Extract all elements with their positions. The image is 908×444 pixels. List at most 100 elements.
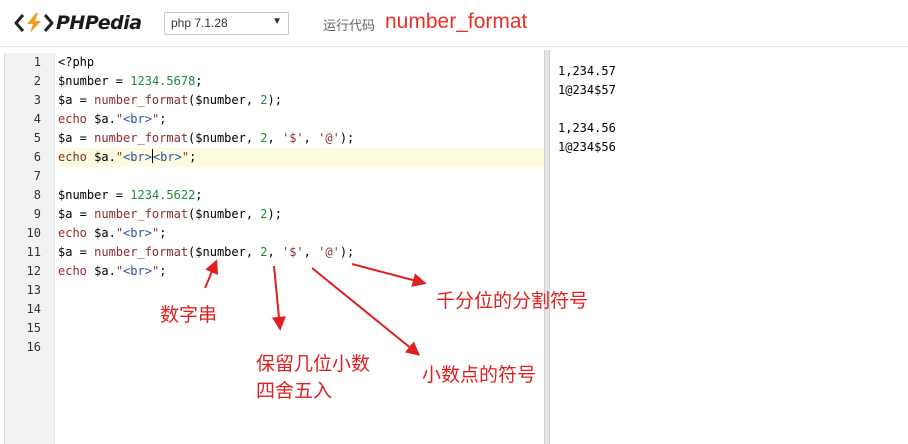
code-token: 2 <box>260 93 268 107</box>
output-line: 1,234.57 <box>558 64 616 78</box>
code-token: echo <box>58 264 87 278</box>
code-line[interactable]: $number = 1234.5678; <box>58 72 545 91</box>
code-token: " <box>115 264 124 278</box>
code-token: " <box>115 150 124 164</box>
code-token: number_format <box>94 245 189 259</box>
code-token: '@' <box>318 131 340 145</box>
code-token: ($number, <box>188 93 261 107</box>
code-token: ($number, <box>188 245 261 259</box>
code-token: ($number, <box>188 131 261 145</box>
function-title: number_format <box>385 10 528 33</box>
annotation-decimal-point: 小数点的符号 <box>422 364 537 386</box>
line-number: 4 <box>33 112 41 126</box>
code-token: echo <box>58 226 87 240</box>
code-token: '$' <box>281 131 304 145</box>
php-version-value: php 7.1.28 <box>171 16 228 30</box>
php-version-select[interactable]: php 7.1.28 ▼ <box>164 12 289 35</box>
annotation-rounding: 四舍五入 <box>256 380 333 402</box>
line-number: 12 <box>26 264 41 278</box>
line-number: 11 <box>26 245 41 259</box>
code-token: ($number, <box>188 207 261 221</box>
pane-resize-handle[interactable] <box>544 50 550 444</box>
line-number: 5 <box>33 131 41 145</box>
logo-text: PHPedia <box>56 12 142 34</box>
code-token: number_format <box>94 207 189 221</box>
code-token: , <box>303 131 319 145</box>
code-token: echo <box>58 150 87 164</box>
code-token: $a. <box>86 150 116 164</box>
code-token: number_format <box>94 93 189 107</box>
code-bolt-icon <box>14 13 54 33</box>
code-line[interactable]: echo $a."<br>"; <box>58 224 545 243</box>
output-line: 1,234.56 <box>558 121 616 135</box>
code-token: '$' <box>281 245 304 259</box>
annotation-number-string: 数字串 <box>160 304 218 326</box>
output-line: 1@234$57 <box>558 83 616 97</box>
code-token: , <box>267 245 282 259</box>
line-number: 13 <box>26 283 41 297</box>
line-number: 8 <box>33 188 41 202</box>
code-line[interactable]: $number = 1234.5622; <box>58 186 545 205</box>
code-token: " <box>181 150 190 164</box>
code-line[interactable]: $a = number_format($number, 2, '$', '@')… <box>58 129 545 148</box>
code-token: ; <box>159 264 167 278</box>
line-number: 2 <box>33 74 41 88</box>
code-line[interactable]: $a = number_format($number, 2, '$', '@')… <box>58 243 545 262</box>
annotation-thousands-separator: 千分位的分割符号 <box>436 290 589 312</box>
code-token: = <box>108 188 131 202</box>
code-line[interactable]: $a = number_format($number, 2); <box>58 91 545 110</box>
line-number-gutter: 1 2 3 4 5 6 7 8 9 10 11 12 13 14 15 16 <box>5 53 55 444</box>
code-token: ; <box>159 112 167 126</box>
code-token: 2 <box>260 245 268 259</box>
code-line[interactable]: echo $a."<br>"; <box>58 262 545 281</box>
top-bar: PHPedia php 7.1.28 ▼ 运行代码 number_format <box>0 0 908 48</box>
line-number: 15 <box>26 321 41 335</box>
code-token: $a. <box>86 226 116 240</box>
code-token: " <box>115 112 124 126</box>
caret-down-icon: ▼ <box>272 16 282 27</box>
code-line[interactable] <box>58 167 545 186</box>
code-token: , <box>303 245 319 259</box>
code-token: $number <box>58 74 109 88</box>
code-token: $a = <box>58 245 95 259</box>
code-token: ; <box>159 226 167 240</box>
code-token: <br> <box>123 264 152 278</box>
code-line[interactable]: <?php <box>58 53 545 72</box>
output-pane: 1,234.57 1@234$57 1,234.56 1@234$56 <box>558 62 898 157</box>
code-token: ); <box>339 245 355 259</box>
line-number: 3 <box>33 93 41 107</box>
code-token: ; <box>195 74 203 88</box>
code-token: ); <box>267 93 282 107</box>
code-token: <br> <box>123 150 152 164</box>
line-number: 14 <box>26 302 41 316</box>
code-token: 1234.5678 <box>130 74 196 88</box>
logo[interactable]: PHPedia <box>14 10 142 36</box>
code-token: $a = <box>58 131 95 145</box>
code-token: ); <box>267 207 282 221</box>
code-token: $a. <box>86 264 116 278</box>
code-token: 2 <box>260 131 268 145</box>
code-line[interactable]: echo $a."<br>"; <box>58 110 545 129</box>
code-token: ); <box>339 131 355 145</box>
line-number: 7 <box>33 169 41 183</box>
code-line-active[interactable]: echo $a."<br><br>"; <box>58 148 545 167</box>
code-line[interactable]: $a = number_format($number, 2); <box>58 205 545 224</box>
annotation-decimals: 保留几位小数 <box>256 353 371 375</box>
code-token: ; <box>195 188 203 202</box>
line-number: 6 <box>33 150 41 164</box>
code-token: number_format <box>94 131 189 145</box>
line-number: 16 <box>26 340 41 354</box>
code-token: <br> <box>123 226 152 240</box>
header-divider <box>0 46 908 47</box>
code-token: <?php <box>58 55 95 69</box>
code-token: 1234.5622 <box>130 188 196 202</box>
run-code-button[interactable]: 运行代码 <box>323 15 375 34</box>
code-token: <br> <box>123 112 152 126</box>
code-token: '@' <box>318 245 340 259</box>
code-token: $a = <box>58 207 95 221</box>
code-token: = <box>108 74 131 88</box>
line-number: 10 <box>26 226 41 240</box>
code-token: $a. <box>86 112 116 126</box>
code-token: $a = <box>58 93 95 107</box>
